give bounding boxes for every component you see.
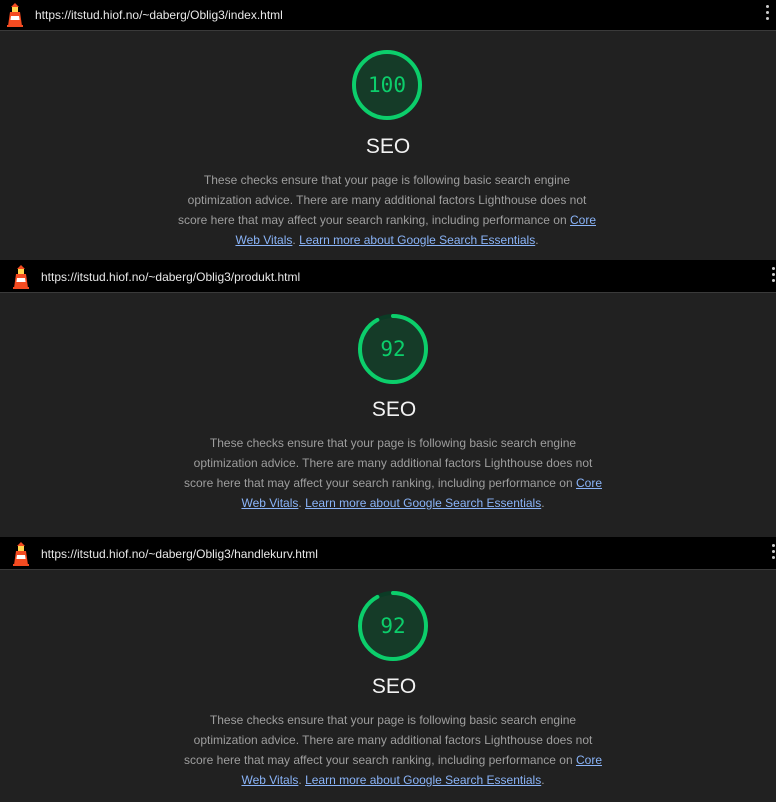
lighthouse-logo-icon — [7, 3, 23, 27]
search-essentials-link[interactable]: Learn more about Google Search Essential… — [305, 773, 541, 787]
seo-panel: 92 SEO These checks ensure that your pag… — [0, 293, 776, 537]
score-gauge: 92 — [356, 589, 430, 663]
url-bar: https://itstud.hiof.no/~daberg/Oblig3/in… — [0, 0, 776, 31]
category-title: SEO — [371, 675, 417, 698]
score-value: 100 — [368, 73, 406, 97]
report-url[interactable]: https://itstud.hiof.no/~daberg/Oblig3/in… — [35, 8, 283, 22]
report-url[interactable]: https://itstud.hiof.no/~daberg/Oblig3/ha… — [41, 547, 318, 561]
more-vert-icon[interactable] — [766, 5, 770, 25]
report-produkt: https://itstud.hiof.no/~daberg/Oblig3/pr… — [0, 262, 776, 537]
more-vert-icon[interactable] — [772, 544, 776, 564]
category-title: SEO — [365, 135, 411, 158]
end-period: . — [541, 496, 545, 510]
category-title: SEO — [371, 398, 417, 421]
description-text: These checks ensure that your page is fo… — [183, 713, 593, 767]
more-vert-icon[interactable] — [772, 267, 776, 287]
report-handlekurv: https://itstud.hiof.no/~daberg/Oblig3/ha… — [0, 539, 776, 802]
search-essentials-link[interactable]: Learn more about Google Search Essential… — [305, 496, 541, 510]
end-period: . — [541, 773, 545, 787]
category-description: These checks ensure that your page is fo… — [183, 710, 603, 790]
score-gauge: 92 — [356, 312, 430, 386]
seo-panel: 92 SEO These checks ensure that your pag… — [0, 570, 776, 802]
score-value: 92 — [380, 337, 406, 361]
description-text: These checks ensure that your page is fo… — [177, 173, 587, 227]
separator: . — [292, 233, 296, 247]
lighthouse-logo-icon — [13, 265, 29, 289]
lighthouse-logo-icon — [13, 542, 29, 566]
report-url[interactable]: https://itstud.hiof.no/~daberg/Oblig3/pr… — [41, 270, 300, 284]
url-bar: https://itstud.hiof.no/~daberg/Oblig3/pr… — [0, 262, 776, 293]
report-index: https://itstud.hiof.no/~daberg/Oblig3/in… — [0, 0, 776, 260]
category-description: These checks ensure that your page is fo… — [183, 433, 603, 513]
score-value: 92 — [380, 614, 406, 638]
description-text: These checks ensure that your page is fo… — [183, 436, 593, 490]
end-period: . — [535, 233, 539, 247]
separator: . — [298, 496, 302, 510]
category-description: These checks ensure that your page is fo… — [177, 170, 597, 250]
url-bar: https://itstud.hiof.no/~daberg/Oblig3/ha… — [0, 539, 776, 570]
search-essentials-link[interactable]: Learn more about Google Search Essential… — [299, 233, 535, 247]
separator: . — [298, 773, 302, 787]
score-gauge: 100 — [350, 48, 424, 122]
seo-panel: 100 SEO These checks ensure that your pa… — [0, 31, 776, 260]
